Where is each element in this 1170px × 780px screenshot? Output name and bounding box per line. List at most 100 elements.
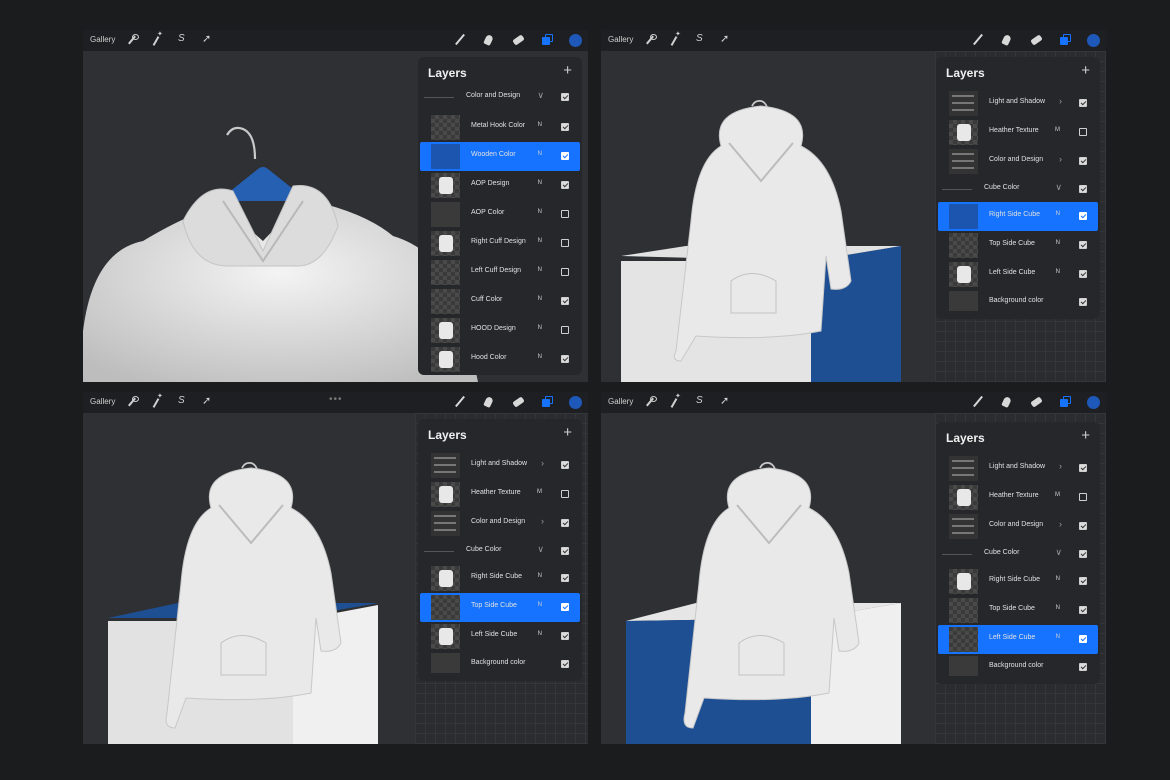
visibility-checkbox[interactable] xyxy=(561,239,569,247)
layer-thumbnail[interactable] xyxy=(949,514,978,539)
blend-mode-button[interactable]: M xyxy=(1055,127,1060,133)
layer-thumbnail[interactable] xyxy=(949,233,978,258)
blend-mode-button[interactable]: N xyxy=(538,267,542,273)
visibility-checkbox[interactable] xyxy=(561,461,569,469)
layer-row-cuff-color[interactable]: Cuff Color N xyxy=(420,287,580,316)
visibility-checkbox[interactable] xyxy=(1079,493,1087,501)
chevron-right-icon[interactable]: › xyxy=(1059,461,1062,471)
layer-thumbnail[interactable] xyxy=(431,566,460,591)
layers-icon[interactable] xyxy=(1058,395,1072,409)
selection-icon[interactable] xyxy=(693,395,707,409)
selection-icon[interactable] xyxy=(175,395,189,409)
window-grip[interactable]: ••• xyxy=(329,394,343,405)
visibility-checkbox[interactable] xyxy=(1079,157,1087,165)
brush-icon[interactable] xyxy=(453,395,467,409)
smudge-icon[interactable] xyxy=(482,395,496,409)
eraser-icon[interactable] xyxy=(511,395,525,409)
visibility-checkbox[interactable] xyxy=(1079,522,1087,530)
layer-thumbnail[interactable] xyxy=(949,204,978,229)
chevron-right-icon[interactable]: › xyxy=(541,458,544,468)
visibility-checkbox[interactable] xyxy=(561,355,569,363)
layer-thumbnail[interactable] xyxy=(431,511,460,536)
magic-wand-icon[interactable] xyxy=(150,30,164,47)
visibility-checkbox[interactable] xyxy=(561,574,569,582)
visibility-checkbox[interactable] xyxy=(1079,577,1087,585)
layer-thumbnail[interactable] xyxy=(949,291,978,311)
wrench-icon[interactable] xyxy=(643,33,657,47)
layer-thumbnail[interactable] xyxy=(949,598,978,623)
layer-row-light-and-shadow[interactable]: Light and Shadow › xyxy=(938,454,1098,483)
blend-mode-button[interactable]: N xyxy=(1056,269,1060,275)
visibility-checkbox[interactable] xyxy=(561,268,569,276)
layer-row-left-side-cube[interactable]: Left Side Cube N xyxy=(938,260,1098,289)
layer-row-right-side-cube[interactable]: Right Side Cube N xyxy=(420,564,580,593)
layer-row-background-color[interactable]: Background color xyxy=(420,651,580,677)
blend-mode-button[interactable]: M xyxy=(1055,492,1060,498)
layer-row-color-and-design[interactable]: Color and Design ∨ xyxy=(420,84,580,110)
visibility-checkbox[interactable] xyxy=(561,547,569,555)
wrench-icon[interactable] xyxy=(125,395,139,409)
layer-thumbnail[interactable] xyxy=(949,569,978,594)
layer-thumbnail[interactable] xyxy=(949,456,978,481)
layer-row-heather-texture[interactable]: Heather Texture M xyxy=(938,118,1098,147)
layer-row-right-side-cube[interactable]: Right Side Cube N xyxy=(938,567,1098,596)
blend-mode-button[interactable]: N xyxy=(538,151,542,157)
visibility-checkbox[interactable] xyxy=(561,297,569,305)
smudge-icon[interactable] xyxy=(1000,33,1014,47)
chevron-down-icon[interactable]: ∨ xyxy=(537,544,544,555)
layer-thumbnail[interactable] xyxy=(431,347,460,372)
layer-row-heather-texture[interactable]: Heather Texture M xyxy=(938,483,1098,512)
visibility-checkbox[interactable] xyxy=(1079,663,1087,671)
smudge-icon[interactable] xyxy=(482,33,496,47)
blend-mode-button[interactable]: N xyxy=(538,631,542,637)
blend-mode-button[interactable]: N xyxy=(538,122,542,128)
layers-icon[interactable] xyxy=(540,33,554,47)
brush-icon[interactable] xyxy=(971,33,985,47)
layer-row-aop-design[interactable]: AOP Design N xyxy=(420,171,580,200)
layer-row-background-color[interactable]: Background color xyxy=(938,654,1098,680)
chevron-down-icon[interactable]: ∨ xyxy=(537,90,544,101)
blend-mode-button[interactable]: N xyxy=(538,602,542,608)
gallery-button[interactable]: Gallery xyxy=(608,35,633,44)
layer-thumbnail[interactable] xyxy=(431,289,460,314)
add-layer-button[interactable]: + xyxy=(1081,427,1090,444)
chevron-right-icon[interactable]: › xyxy=(541,516,544,526)
visibility-checkbox[interactable] xyxy=(561,632,569,640)
blend-mode-button[interactable]: N xyxy=(538,354,542,360)
layer-row-heather-texture[interactable]: Heather Texture M xyxy=(420,480,580,509)
layer-row-cube-color[interactable]: Cube Color ∨ xyxy=(938,541,1098,567)
blend-mode-button[interactable]: N xyxy=(538,325,542,331)
visibility-checkbox[interactable] xyxy=(561,152,569,160)
layer-row-aop-color[interactable]: AOP Color N xyxy=(420,200,580,229)
transform-arrow-icon[interactable] xyxy=(200,32,214,47)
add-layer-button[interactable]: + xyxy=(563,62,572,79)
gallery-button[interactable]: Gallery xyxy=(90,35,115,44)
layer-thumbnail[interactable] xyxy=(431,202,460,227)
layer-thumbnail[interactable] xyxy=(949,91,978,116)
color-icon[interactable] xyxy=(1087,396,1100,409)
layers-icon[interactable] xyxy=(1058,33,1072,47)
layer-thumbnail[interactable] xyxy=(431,173,460,198)
eraser-icon[interactable] xyxy=(1029,395,1043,409)
visibility-checkbox[interactable] xyxy=(561,660,569,668)
blend-mode-button[interactable]: N xyxy=(1056,634,1060,640)
color-icon[interactable] xyxy=(1087,34,1100,47)
visibility-checkbox[interactable] xyxy=(1079,128,1087,136)
selection-icon[interactable] xyxy=(175,33,189,47)
layer-thumbnail[interactable] xyxy=(431,624,460,649)
blend-mode-button[interactable]: N xyxy=(1056,576,1060,582)
magic-wand-icon[interactable] xyxy=(150,392,164,409)
layer-row-top-side-cube[interactable]: Top Side Cube N xyxy=(938,596,1098,625)
visibility-checkbox[interactable] xyxy=(1079,270,1087,278)
blend-mode-button[interactable]: N xyxy=(1056,211,1060,217)
chevron-right-icon[interactable]: › xyxy=(1059,519,1062,529)
layer-row-background-color[interactable]: Background color xyxy=(938,289,1098,315)
layer-row-right-side-cube[interactable]: Right Side Cube N xyxy=(938,202,1098,231)
wrench-icon[interactable] xyxy=(125,33,139,47)
visibility-checkbox[interactable] xyxy=(1079,550,1087,558)
blend-mode-button[interactable]: N xyxy=(538,180,542,186)
blend-mode-button[interactable]: N xyxy=(538,238,542,244)
layer-thumbnail[interactable] xyxy=(431,318,460,343)
visibility-checkbox[interactable] xyxy=(561,181,569,189)
layer-row-color-and-design[interactable]: Color and Design › xyxy=(938,147,1098,176)
